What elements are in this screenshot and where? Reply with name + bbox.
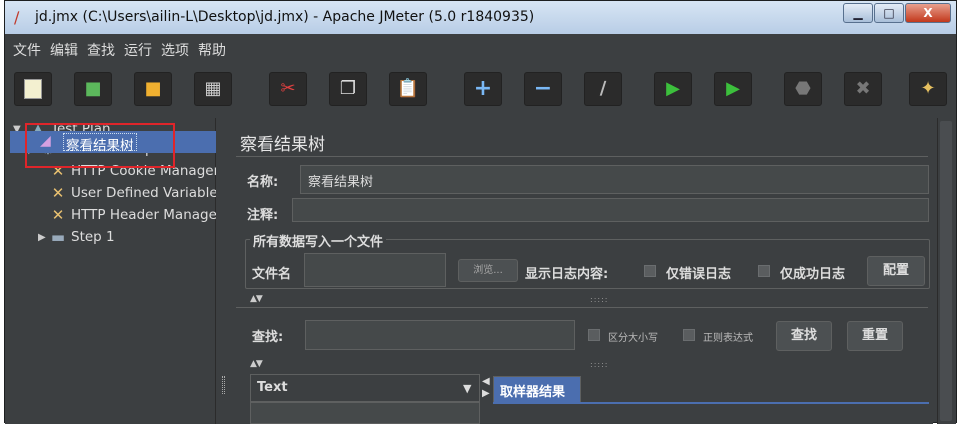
- save-icon: ▦: [204, 78, 222, 99]
- page-title: 察看结果树: [240, 135, 325, 155]
- cut-button[interactable]: ✂: [269, 72, 307, 106]
- comment-field[interactable]: [292, 198, 929, 222]
- copy-button[interactable]: ❐: [329, 72, 367, 106]
- maximize-button[interactable]: □: [874, 3, 904, 23]
- start-no-pauses-button[interactable]: ▶: [714, 72, 752, 106]
- open-button[interactable]: ■: [134, 72, 172, 106]
- start-button[interactable]: ▶: [654, 72, 692, 106]
- reset-button[interactable]: 重置: [847, 321, 903, 351]
- name-label: 名称:: [247, 175, 279, 190]
- templates-button[interactable]: ■: [74, 72, 112, 106]
- shutdown-icon: ✖: [855, 78, 871, 99]
- collapse-right-icon[interactable]: ▶: [482, 388, 490, 399]
- jmeter-window: ∕ jd.jmx (C:\Users\ailin-L\Desktop\jd.jm…: [4, 0, 957, 424]
- menu-options[interactable]: 选项: [161, 40, 189, 60]
- browse-button[interactable]: 浏览...: [458, 259, 518, 282]
- search-input[interactable]: [305, 320, 575, 350]
- search-label: 查找:: [252, 330, 284, 345]
- wrench-icon: ✕: [51, 206, 65, 224]
- plus-icon: +: [473, 76, 493, 101]
- play-no-timers-icon: ▶: [726, 78, 740, 99]
- close-button[interactable]: X: [905, 3, 951, 23]
- filename-field[interactable]: [304, 253, 446, 287]
- highlight-annotation: [25, 123, 175, 168]
- paste-icon: 📋: [396, 78, 420, 99]
- find-button[interactable]: 查找: [776, 321, 832, 351]
- toggle-button[interactable]: ∕: [584, 72, 622, 106]
- view-results-tree-panel: 察看结果树 名称: 察看结果树 注释: 所有数据写入一个文件 文件名 浏览...…: [230, 118, 933, 424]
- clear-button[interactable]: ✦: [909, 72, 947, 106]
- stop-button[interactable]: ⬣: [784, 72, 822, 106]
- menu-help[interactable]: 帮助: [198, 40, 226, 60]
- templates-icon: ■: [84, 78, 102, 99]
- success-only-checkbox[interactable]: [758, 265, 770, 277]
- scissors-icon: ✂: [280, 78, 296, 99]
- tab-sampler-result[interactable]: 取样器结果: [493, 376, 581, 402]
- log-content-label: 显示日志内容:: [525, 267, 609, 282]
- wrench-icon: ✕: [51, 184, 65, 202]
- errors-only-checkbox[interactable]: [644, 265, 656, 277]
- chevron-down-icon: ▼: [463, 382, 472, 395]
- split-grip[interactable]: :::::: [590, 360, 608, 369]
- renderer-select[interactable]: Text ▼: [250, 374, 480, 402]
- copy-icon: ❐: [339, 78, 357, 99]
- controller-icon: ▬: [50, 228, 66, 246]
- paste-button[interactable]: 📋: [389, 72, 427, 106]
- collapsed-toggle-icon[interactable]: ▶: [38, 232, 46, 243]
- menu-file[interactable]: 文件: [13, 40, 41, 60]
- new-file-icon: [24, 79, 42, 99]
- toggle-icon: ∕: [599, 78, 607, 99]
- divider-grip[interactable]: [222, 376, 225, 394]
- collapse-left-icon[interactable]: ◀: [482, 376, 490, 387]
- menu-edit[interactable]: 编辑: [50, 40, 78, 60]
- case-sensitive-label: 区分大小写: [608, 333, 658, 344]
- jmeter-feather-icon: ∕: [14, 8, 20, 27]
- menu-bar: 文件 编辑 查找 运行 选项 帮助: [5, 36, 956, 62]
- file-section-title: 所有数据写入一个文件: [250, 231, 387, 250]
- title-bar: ∕ jd.jmx (C:\Users\ailin-L\Desktop\jd.jm…: [5, 1, 956, 34]
- case-sensitive-checkbox[interactable]: [588, 329, 600, 341]
- minus-icon: −: [533, 76, 553, 101]
- errors-only-label: 仅错误日志: [666, 267, 732, 282]
- name-field[interactable]: 察看结果树: [300, 165, 929, 194]
- expand-all-button[interactable]: +: [464, 72, 502, 106]
- regex-label: 正则表达式: [703, 333, 753, 344]
- new-button[interactable]: [14, 72, 52, 106]
- stop-icon: ⬣: [795, 78, 811, 99]
- divider: [236, 156, 928, 157]
- configure-button[interactable]: 配置: [867, 256, 925, 286]
- result-content-area: [493, 402, 929, 424]
- filename-label: 文件名: [252, 267, 292, 282]
- menu-search[interactable]: 查找: [87, 40, 115, 60]
- play-icon: ▶: [666, 78, 680, 99]
- toolbar: ■ ■ ▦ ✂ ❐ 📋 + − ∕ ▶ ▶ ⬣ ✖ ✦: [5, 65, 956, 115]
- menu-run[interactable]: 运行: [124, 40, 152, 60]
- split-grip[interactable]: :::::: [590, 295, 608, 304]
- folder-icon: ■: [144, 78, 162, 99]
- divider: [236, 307, 928, 308]
- window-title: jd.jmx (C:\Users\ailin-L\Desktop\jd.jmx)…: [35, 9, 535, 25]
- comment-label: 注释:: [247, 208, 279, 223]
- minimize-button[interactable]: ▁: [843, 3, 873, 23]
- broom-icon: ✦: [920, 78, 936, 99]
- split-arrows-icon[interactable]: ▲▼: [250, 294, 263, 304]
- shutdown-button[interactable]: ✖: [844, 72, 882, 106]
- split-arrows-icon[interactable]: ▲▼: [250, 359, 263, 369]
- results-list[interactable]: [250, 402, 480, 424]
- success-only-label: 仅成功日志: [780, 267, 846, 282]
- regex-checkbox[interactable]: [683, 329, 695, 341]
- scrollbar-thumb[interactable]: [940, 121, 952, 421]
- collapse-all-button[interactable]: −: [524, 72, 562, 106]
- save-button[interactable]: ▦: [194, 72, 232, 106]
